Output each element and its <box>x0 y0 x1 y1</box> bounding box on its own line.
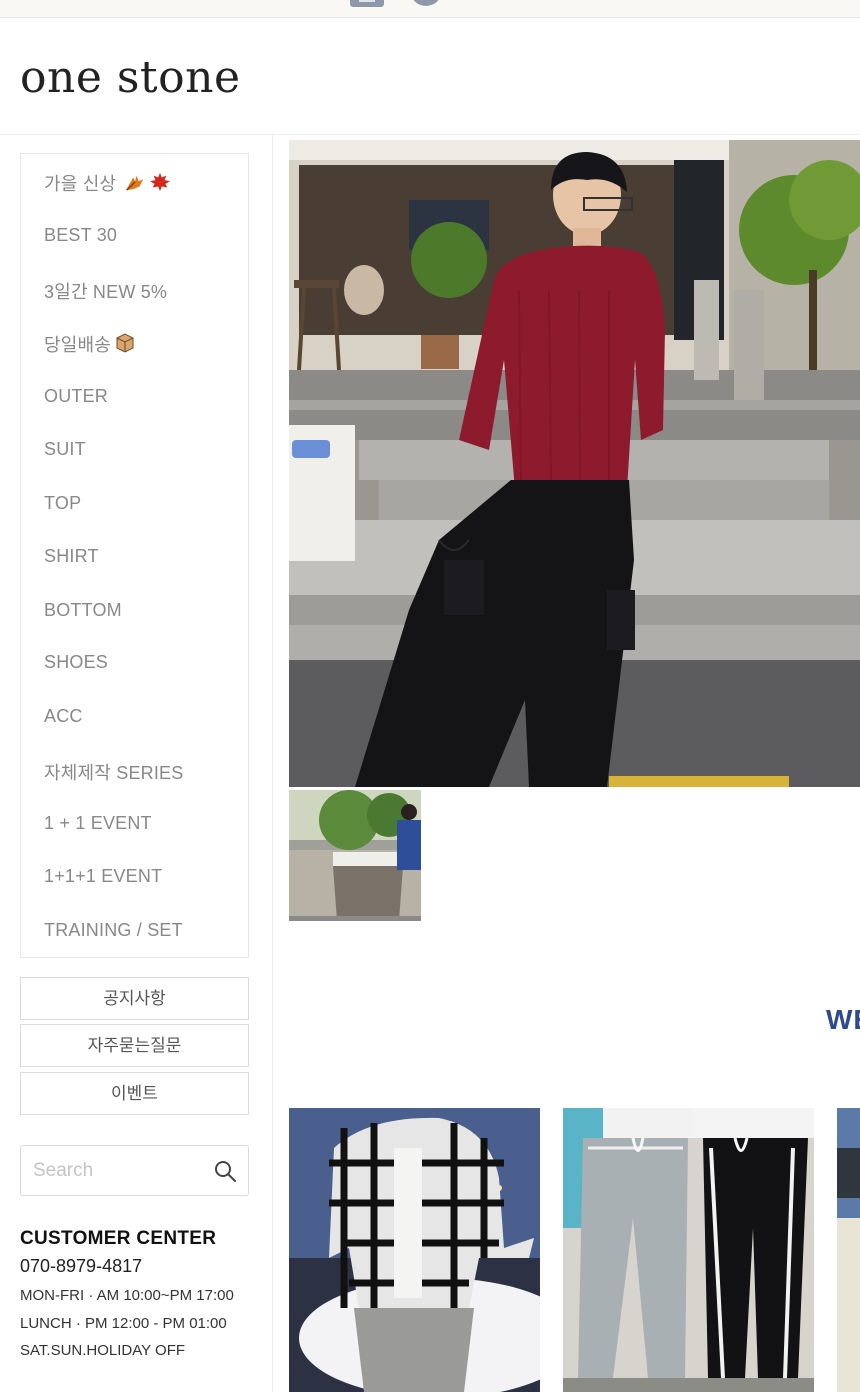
category-menu: 가을 신상 BEST 30 3일간 NEW 5% 당일배송 OUTER SUIT… <box>20 153 249 958</box>
menu-item-own-production[interactable]: 자체제작 SERIES <box>44 759 183 785</box>
model-red-sweater-image <box>289 140 860 787</box>
product-card-plaid-shirt[interactable] <box>289 1108 540 1392</box>
product-image <box>289 1108 540 1392</box>
maple-leaf-icon <box>126 175 144 191</box>
product-image <box>563 1108 814 1392</box>
section-heading-partial: WE <box>826 1004 860 1035</box>
brand-logo[interactable]: one stone <box>20 52 240 103</box>
package-box-icon <box>116 333 134 353</box>
menu-item-top[interactable]: TOP <box>44 493 81 514</box>
sidebar-divider <box>272 135 273 1392</box>
menu-item-acc[interactable]: ACC <box>44 706 83 727</box>
menu-item-bottom[interactable]: BOTTOM <box>44 600 122 621</box>
menu-item-best-30[interactable]: BEST 30 <box>44 225 117 246</box>
main-banner-photo[interactable] <box>289 140 860 787</box>
browser-top-strip <box>0 0 860 18</box>
product-card-partial[interactable] <box>837 1108 860 1392</box>
menu-item-label: 가을 신상 <box>44 174 117 194</box>
customer-center-hours: MON-FRI · AM 10:00~PM 17:00 <box>20 1287 234 1304</box>
menu-item-3day-new[interactable]: 3일간 NEW 5% <box>44 278 167 304</box>
customer-center-phone[interactable]: 070-8979-4817 <box>20 1256 142 1277</box>
toolbar-square-icon[interactable] <box>350 0 384 7</box>
event-button[interactable]: 이벤트 <box>20 1072 249 1115</box>
menu-item-same-day-delivery[interactable]: 당일배송 <box>44 331 136 357</box>
menu-item-shirt[interactable]: SHIRT <box>44 546 99 567</box>
menu-item-label: 당일배송 <box>44 335 112 355</box>
search-input[interactable] <box>33 1156 203 1186</box>
toolbar-circle-icon[interactable] <box>410 0 442 6</box>
menu-item-outer[interactable]: OUTER <box>44 386 108 407</box>
faq-button[interactable]: 자주묻는질문 <box>20 1024 249 1067</box>
thumbnail-photo <box>289 790 421 921</box>
search-icon[interactable] <box>213 1159 237 1183</box>
customer-center-title: CUSTOMER CENTER <box>20 1228 217 1249</box>
thumbnail-image[interactable] <box>289 790 421 921</box>
header-divider <box>0 134 860 135</box>
maple-leaf-icon <box>150 172 171 192</box>
menu-item-1plus1plus1-event[interactable]: 1+1+1 EVENT <box>44 866 162 887</box>
product-card-track-pants[interactable] <box>563 1108 814 1392</box>
search-box <box>20 1145 249 1196</box>
menu-item-1plus1-event[interactable]: 1 + 1 EVENT <box>44 813 152 834</box>
notice-button[interactable]: 공지사항 <box>20 977 249 1020</box>
customer-center-lunch: LUNCH · PM 12:00 - PM 01:00 <box>20 1315 227 1332</box>
menu-item-training-set[interactable]: TRAINING / SET <box>44 920 183 941</box>
menu-item-autumn-new[interactable]: 가을 신상 <box>44 170 171 196</box>
menu-item-suit[interactable]: SUIT <box>44 439 86 460</box>
product-image <box>837 1108 860 1392</box>
menu-item-shoes[interactable]: SHOES <box>44 652 108 673</box>
customer-center-holiday: SAT.SUN.HOLIDAY OFF <box>20 1342 186 1359</box>
